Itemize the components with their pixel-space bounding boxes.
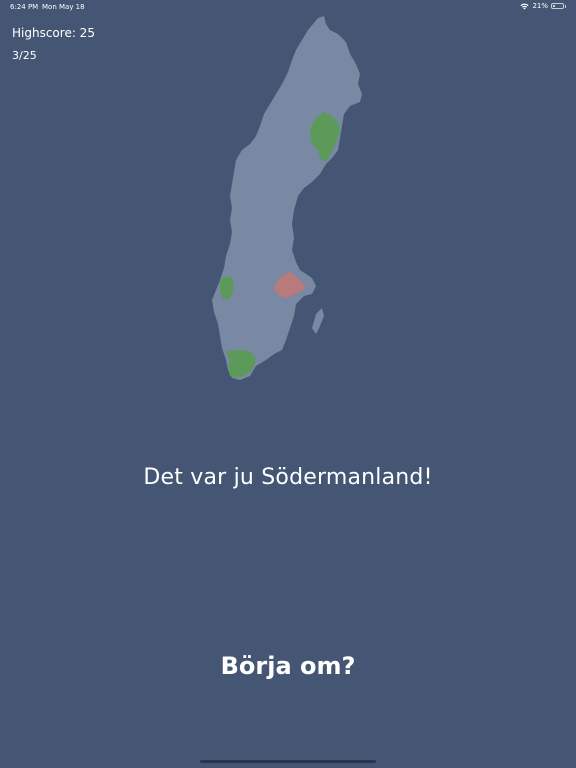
battery-percent: 21% — [532, 2, 548, 10]
wifi-icon — [520, 3, 530, 9]
status-time: 6:24 PM — [10, 3, 39, 11]
sweden-country-shape — [212, 16, 362, 380]
battery-fill — [553, 5, 555, 7]
gotland-island — [312, 308, 324, 334]
battery-icon — [551, 3, 564, 9]
status-indicators: 21% — [520, 2, 566, 10]
status-bar: 6:24 PM Mon May 18 21% — [0, 0, 576, 14]
sweden-map — [212, 16, 362, 380]
question-progress: 3/25 — [12, 49, 37, 62]
battery-tip — [565, 4, 566, 8]
feedback-message: Det var ju Södermanland! — [143, 465, 433, 490]
restart-button[interactable]: Börja om? — [188, 644, 388, 688]
home-indicator[interactable] — [200, 760, 376, 763]
status-date: Mon May 18 — [42, 3, 85, 11]
game-screen: 6:24 PM Mon May 18 21% Highscore: 25 3/2… — [0, 0, 576, 768]
highscore-label: Highscore: 25 — [12, 26, 95, 40]
region-skane — [226, 350, 256, 378]
